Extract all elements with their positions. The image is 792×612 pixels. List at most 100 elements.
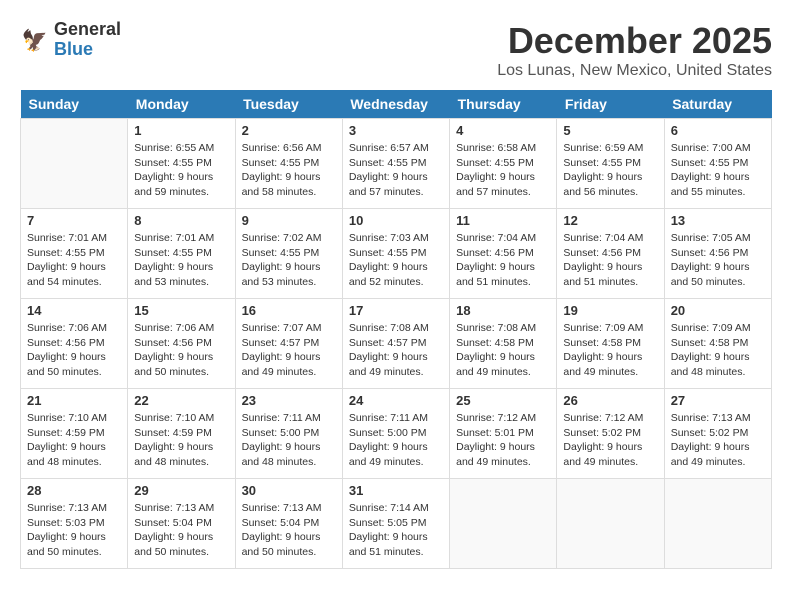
calendar-cell: 10 Sunrise: 7:03 AM Sunset: 4:55 PM Dayli… (342, 209, 449, 299)
calendar-cell: 3 Sunrise: 6:57 AM Sunset: 4:55 PM Daylig… (342, 119, 449, 209)
calendar-cell: 20 Sunrise: 7:09 AM Sunset: 4:58 PM Dayli… (664, 299, 771, 389)
day-info: Sunrise: 7:09 AM Sunset: 4:58 PM Dayligh… (563, 321, 657, 380)
calendar-cell: 30 Sunrise: 7:13 AM Sunset: 5:04 PM Dayli… (235, 479, 342, 569)
calendar-cell: 2 Sunrise: 6:56 AM Sunset: 4:55 PM Daylig… (235, 119, 342, 209)
location-title: Los Lunas, New Mexico, United States (497, 62, 772, 80)
title-area: December 2025 Los Lunas, New Mexico, Uni… (497, 20, 772, 80)
day-number: 8 (134, 213, 228, 228)
col-header-friday: Friday (557, 90, 664, 119)
day-info: Sunrise: 7:01 AM Sunset: 4:55 PM Dayligh… (27, 231, 121, 290)
calendar-cell: 22Sunrise: 7:10 AM Sunset: 4:59 PM Dayli… (128, 389, 235, 479)
day-info: Sunrise: 7:13 AM Sunset: 5:02 PM Dayligh… (671, 411, 765, 470)
day-number: 20 (671, 303, 765, 318)
calendar-cell: 24 Sunrise: 7:11 AM Sunset: 5:00 PM Dayli… (342, 389, 449, 479)
calendar-cell: 6Sunrise: 7:00 AM Sunset: 4:55 PM Daylig… (664, 119, 771, 209)
day-info: Sunrise: 6:56 AM Sunset: 4:55 PM Dayligh… (242, 141, 336, 200)
week-row-1: 1 Sunrise: 6:55 AM Sunset: 4:55 PM Daylig… (21, 119, 772, 209)
day-info: Sunrise: 7:01 AM Sunset: 4:55 PM Dayligh… (134, 231, 228, 290)
week-row-4: 21Sunrise: 7:10 AM Sunset: 4:59 PM Dayli… (21, 389, 772, 479)
day-number: 19 (563, 303, 657, 318)
day-number: 16 (242, 303, 336, 318)
week-row-2: 7 Sunrise: 7:01 AM Sunset: 4:55 PM Daylig… (21, 209, 772, 299)
day-number: 17 (349, 303, 443, 318)
page-header: 🦅 GeneralBlue December 2025 Los Lunas, N… (20, 20, 772, 80)
day-info: Sunrise: 6:55 AM Sunset: 4:55 PM Dayligh… (134, 141, 228, 200)
day-info: Sunrise: 7:14 AM Sunset: 5:05 PM Dayligh… (349, 501, 443, 560)
calendar-cell: 12 Sunrise: 7:04 AM Sunset: 4:56 PM Dayli… (557, 209, 664, 299)
calendar-table: SundayMondayTuesdayWednesdayThursdayFrid… (20, 90, 772, 569)
day-number: 9 (242, 213, 336, 228)
day-info: Sunrise: 7:10 AM Sunset: 4:59 PM Dayligh… (27, 411, 121, 470)
day-number: 31 (349, 483, 443, 498)
day-info: Sunrise: 7:12 AM Sunset: 5:01 PM Dayligh… (456, 411, 550, 470)
col-header-wednesday: Wednesday (342, 90, 449, 119)
day-number: 2 (242, 123, 336, 138)
day-info: Sunrise: 7:08 AM Sunset: 4:57 PM Dayligh… (349, 321, 443, 380)
calendar-cell: 13Sunrise: 7:05 AM Sunset: 4:56 PM Dayli… (664, 209, 771, 299)
day-info: Sunrise: 7:11 AM Sunset: 5:00 PM Dayligh… (242, 411, 336, 470)
day-info: Sunrise: 7:07 AM Sunset: 4:57 PM Dayligh… (242, 321, 336, 380)
calendar-cell: 16 Sunrise: 7:07 AM Sunset: 4:57 PM Dayli… (235, 299, 342, 389)
calendar-cell: 25 Sunrise: 7:12 AM Sunset: 5:01 PM Dayli… (450, 389, 557, 479)
day-info: Sunrise: 7:08 AM Sunset: 4:58 PM Dayligh… (456, 321, 550, 380)
calendar-cell: 29 Sunrise: 7:13 AM Sunset: 5:04 PM Dayli… (128, 479, 235, 569)
calendar-cell (21, 119, 128, 209)
calendar-cell: 17 Sunrise: 7:08 AM Sunset: 4:57 PM Dayli… (342, 299, 449, 389)
calendar-cell: 5Sunrise: 6:59 AM Sunset: 4:55 PM Daylig… (557, 119, 664, 209)
calendar-cell: 15Sunrise: 7:06 AM Sunset: 4:56 PM Dayli… (128, 299, 235, 389)
day-info: Sunrise: 7:09 AM Sunset: 4:58 PM Dayligh… (671, 321, 765, 380)
col-header-monday: Monday (128, 90, 235, 119)
day-number: 4 (456, 123, 550, 138)
day-info: Sunrise: 7:13 AM Sunset: 5:04 PM Dayligh… (242, 501, 336, 560)
calendar-cell: 11 Sunrise: 7:04 AM Sunset: 4:56 PM Dayli… (450, 209, 557, 299)
week-row-5: 28Sunrise: 7:13 AM Sunset: 5:03 PM Dayli… (21, 479, 772, 569)
day-info: Sunrise: 7:04 AM Sunset: 4:56 PM Dayligh… (456, 231, 550, 290)
day-number: 3 (349, 123, 443, 138)
day-info: Sunrise: 6:58 AM Sunset: 4:55 PM Dayligh… (456, 141, 550, 200)
col-header-saturday: Saturday (664, 90, 771, 119)
day-info: Sunrise: 7:13 AM Sunset: 5:04 PM Dayligh… (134, 501, 228, 560)
day-number: 11 (456, 213, 550, 228)
day-number: 12 (563, 213, 657, 228)
day-info: Sunrise: 7:06 AM Sunset: 4:56 PM Dayligh… (27, 321, 121, 380)
day-number: 10 (349, 213, 443, 228)
day-info: Sunrise: 7:04 AM Sunset: 4:56 PM Dayligh… (563, 231, 657, 290)
day-info: Sunrise: 7:11 AM Sunset: 5:00 PM Dayligh… (349, 411, 443, 470)
day-number: 1 (134, 123, 228, 138)
calendar-cell: 14 Sunrise: 7:06 AM Sunset: 4:56 PM Dayli… (21, 299, 128, 389)
day-number: 23 (242, 393, 336, 408)
day-number: 24 (349, 393, 443, 408)
logo-text: GeneralBlue (54, 20, 121, 60)
day-number: 22 (134, 393, 228, 408)
calendar-cell: 21Sunrise: 7:10 AM Sunset: 4:59 PM Dayli… (21, 389, 128, 479)
day-number: 15 (134, 303, 228, 318)
day-number: 5 (563, 123, 657, 138)
logo: 🦅 GeneralBlue (20, 20, 121, 60)
day-number: 26 (563, 393, 657, 408)
col-header-sunday: Sunday (21, 90, 128, 119)
day-number: 7 (27, 213, 121, 228)
calendar-cell: 31 Sunrise: 7:14 AM Sunset: 5:05 PM Dayli… (342, 479, 449, 569)
day-info: Sunrise: 7:12 AM Sunset: 5:02 PM Dayligh… (563, 411, 657, 470)
calendar-cell: 9Sunrise: 7:02 AM Sunset: 4:55 PM Daylig… (235, 209, 342, 299)
calendar-cell: 28Sunrise: 7:13 AM Sunset: 5:03 PM Dayli… (21, 479, 128, 569)
day-number: 18 (456, 303, 550, 318)
calendar-cell (450, 479, 557, 569)
calendar-cell (557, 479, 664, 569)
day-info: Sunrise: 7:05 AM Sunset: 4:56 PM Dayligh… (671, 231, 765, 290)
day-info: Sunrise: 7:03 AM Sunset: 4:55 PM Dayligh… (349, 231, 443, 290)
day-number: 14 (27, 303, 121, 318)
day-number: 30 (242, 483, 336, 498)
day-info: Sunrise: 7:13 AM Sunset: 5:03 PM Dayligh… (27, 501, 121, 560)
logo-bird-icon: 🦅 (20, 25, 50, 55)
calendar-cell: 23 Sunrise: 7:11 AM Sunset: 5:00 PM Dayli… (235, 389, 342, 479)
calendar-cell: 1 Sunrise: 6:55 AM Sunset: 4:55 PM Daylig… (128, 119, 235, 209)
day-number: 25 (456, 393, 550, 408)
day-number: 29 (134, 483, 228, 498)
day-info: Sunrise: 6:57 AM Sunset: 4:55 PM Dayligh… (349, 141, 443, 200)
col-header-tuesday: Tuesday (235, 90, 342, 119)
calendar-cell: 18 Sunrise: 7:08 AM Sunset: 4:58 PM Dayli… (450, 299, 557, 389)
calendar-cell: 27Sunrise: 7:13 AM Sunset: 5:02 PM Dayli… (664, 389, 771, 479)
calendar-cell: 4 Sunrise: 6:58 AM Sunset: 4:55 PM Daylig… (450, 119, 557, 209)
month-title: December 2025 (497, 20, 772, 62)
